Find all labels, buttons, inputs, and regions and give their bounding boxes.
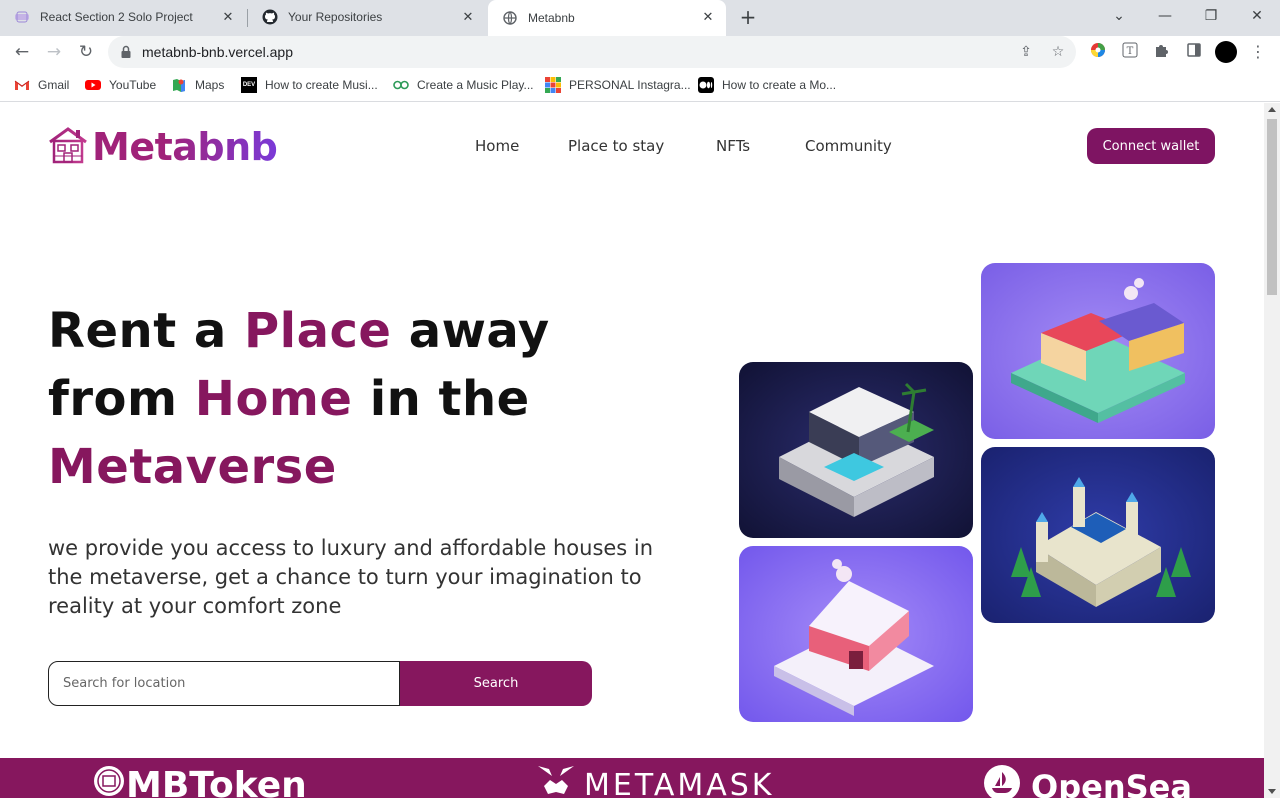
page-scrollbar[interactable]	[1264, 103, 1280, 798]
hero-text: from	[48, 371, 195, 427]
color-extension-icon[interactable]	[1088, 42, 1108, 62]
hero-subtitle: we provide you access to luxury and affo…	[48, 536, 654, 618]
share-icon[interactable]: ⇪	[1016, 42, 1036, 62]
scrollbar-thumb[interactable]	[1267, 119, 1277, 295]
mbtoken-coin-icon	[92, 764, 126, 798]
mbtoken-logo: MBToken	[92, 764, 307, 798]
opensea-ship-icon	[983, 764, 1021, 798]
partner-name: METAMASK	[584, 767, 775, 798]
nav-place-to-stay[interactable]: Place to stay	[568, 137, 664, 155]
text-extension-icon[interactable]: T	[1120, 42, 1140, 62]
hero-accent-text: Place	[243, 303, 392, 359]
hero-title: Rent a Place away from Home in the Metav…	[48, 297, 688, 501]
fox-icon	[536, 764, 576, 798]
castle-image	[981, 447, 1215, 623]
url-text: metabnb-bnb.vercel.app	[142, 44, 293, 60]
tab-your-repositories[interactable]: Your Repositories ✕	[248, 0, 486, 34]
gmail-icon	[14, 77, 30, 93]
kebab-menu-icon[interactable]: ⋮	[1248, 42, 1268, 62]
browser-toolbar: ← → ↻ metabnb-bnb.vercel.app ⇪ ☆ T ⋮	[0, 36, 1280, 68]
hero-text: in the	[352, 371, 530, 427]
tab-search-chevron-icon[interactable]: ⌄	[1107, 5, 1131, 29]
hero-accent-text: Metaverse	[48, 439, 337, 495]
close-tab-icon[interactable]: ✕	[220, 9, 236, 25]
bookmark-gmail[interactable]: Gmail	[14, 76, 69, 94]
react-favicon-icon	[14, 9, 30, 25]
page-viewport: Metabnb Home Place to stay NFTs Communit…	[0, 103, 1264, 798]
youtube-icon	[85, 77, 101, 93]
svg-text:T: T	[1127, 46, 1134, 57]
brand-logo[interactable]: Metabnb	[48, 125, 278, 169]
modern-villa-image	[739, 362, 973, 538]
profile-avatar-icon[interactable]	[1215, 41, 1237, 63]
bookmark-youtube[interactable]: YouTube	[85, 76, 156, 94]
location-search-input[interactable]	[48, 661, 400, 706]
house-logo-icon	[48, 126, 88, 168]
metamask-logo: METAMASK	[536, 764, 774, 798]
minimize-icon[interactable]: —	[1153, 5, 1177, 29]
snow-cabin-image	[739, 546, 973, 722]
medium-icon	[698, 77, 714, 93]
restore-icon[interactable]: ❐	[1199, 5, 1223, 29]
new-tab-icon[interactable]: +	[736, 6, 760, 30]
tab-metabnb[interactable]: Metabnb ✕	[488, 0, 726, 36]
grid-icon	[545, 77, 561, 93]
tab-title: React Section 2 Solo Project	[40, 10, 193, 24]
search-button[interactable]: Search	[400, 661, 592, 706]
bookmark-dev[interactable]: DEV How to create Musi...	[241, 76, 378, 94]
bookmarks-bar: Gmail YouTube Maps DEV How to create Mus…	[0, 68, 1280, 102]
opensea-logo: OpenSea	[983, 764, 1192, 798]
bookmark-instagram[interactable]: PERSONAL Instagra...	[545, 76, 691, 94]
bookmark-medium[interactable]: How to create a Mo...	[698, 76, 836, 94]
nav-community[interactable]: Community	[805, 137, 892, 155]
github-icon	[262, 9, 278, 25]
close-tab-icon[interactable]: ✕	[460, 9, 476, 25]
close-window-icon[interactable]: ✕	[1245, 5, 1269, 29]
side-panel-icon[interactable]	[1184, 42, 1204, 62]
hero-text: Rent a	[48, 303, 244, 359]
forward-arrow-icon[interactable]: →	[42, 40, 66, 64]
globe-icon	[502, 10, 518, 26]
browser-tab-bar: React Section 2 Solo Project ✕ Your Repo…	[0, 0, 1280, 36]
hero-text: away	[391, 303, 550, 359]
bookmark-codepen[interactable]: Create a Music Play...	[393, 76, 533, 94]
close-tab-icon[interactable]: ✕	[700, 9, 716, 25]
bookmark-label: How to create a Mo...	[722, 78, 837, 92]
market-stall-image	[981, 263, 1215, 439]
connect-wallet-button[interactable]: Connect wallet	[1087, 128, 1215, 164]
lock-icon	[120, 44, 132, 63]
extensions-puzzle-icon[interactable]	[1152, 42, 1172, 62]
bookmark-label: Gmail	[38, 78, 70, 92]
bookmark-star-icon[interactable]: ☆	[1048, 42, 1068, 62]
bookmark-label: Maps	[195, 78, 225, 92]
partners-band: MBToken METAMASK OpenSea	[0, 758, 1264, 798]
tab-title: Metabnb	[528, 11, 575, 25]
nav-nfts[interactable]: NFTs	[716, 137, 750, 155]
scroll-down-arrow-icon[interactable]	[1268, 789, 1276, 794]
scroll-up-arrow-icon[interactable]	[1268, 107, 1276, 112]
bookmark-maps[interactable]: Maps	[171, 76, 224, 94]
brand-name: Metabnb	[92, 125, 278, 169]
bookmark-label: Create a Music Play...	[417, 78, 534, 92]
partner-name: MBToken	[126, 765, 307, 798]
codepen-icon	[393, 77, 409, 93]
bookmark-label: YouTube	[109, 78, 157, 92]
back-arrow-icon[interactable]: ←	[10, 40, 34, 64]
tab-title: Your Repositories	[288, 10, 383, 24]
bookmark-label: How to create Musi...	[265, 78, 378, 92]
nav-home[interactable]: Home	[475, 137, 519, 155]
address-bar[interactable]: metabnb-bnb.vercel.app ⇪ ☆	[108, 36, 1076, 68]
partner-name: OpenSea	[1031, 768, 1192, 798]
location-search: Search	[48, 661, 592, 706]
tab-react-section[interactable]: React Section 2 Solo Project ✕	[0, 0, 246, 34]
reload-icon[interactable]: ↻	[74, 40, 98, 64]
bookmark-label: PERSONAL Instagra...	[569, 78, 691, 92]
maps-icon	[171, 77, 187, 93]
dev-icon: DEV	[241, 77, 257, 93]
hero-accent-text: Home	[194, 371, 353, 427]
